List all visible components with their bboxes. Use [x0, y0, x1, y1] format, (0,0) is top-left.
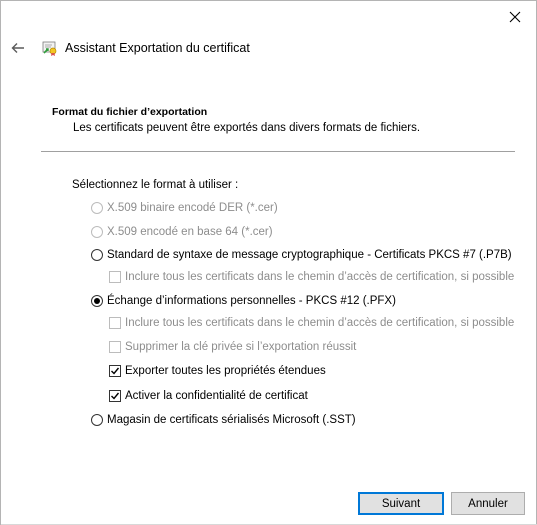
radio-der-label: X.509 binaire encodé DER (*.cer)	[107, 202, 278, 214]
checkbox-delete-private-key-label: Supprimer la clé privée si l’exportation…	[125, 341, 357, 353]
radio-option-der[interactable]: X.509 binaire encodé DER (*.cer)	[91, 202, 278, 214]
certificate-wizard-icon	[41, 39, 59, 57]
cancel-button[interactable]: Annuler	[451, 492, 525, 515]
checkbox-delete-private-key[interactable]	[109, 341, 121, 353]
radio-base64-label: X.509 encodé en base 64 (*.cer)	[107, 226, 273, 238]
checkbox-pkcs7-include[interactable]	[109, 271, 121, 283]
header-divider	[41, 151, 515, 152]
checkbox-option-export-properties[interactable]: Exporter toutes les propriétés étendues	[109, 365, 326, 377]
checkmark-icon	[111, 367, 120, 375]
radio-pfx-label: Échange d’informations personnelles - PK…	[107, 295, 396, 307]
radio-pkcs7[interactable]	[91, 249, 103, 261]
close-icon	[509, 11, 521, 23]
checkbox-certificate-privacy[interactable]	[109, 390, 121, 402]
checkbox-export-properties[interactable]	[109, 365, 121, 377]
radio-option-pkcs7[interactable]: Standard de syntaxe de message cryptogra…	[91, 249, 512, 261]
wizard-title: Assistant Exportation du certificat	[65, 41, 250, 55]
radio-sst[interactable]	[91, 414, 103, 426]
checkbox-pkcs7-include-label: Inclure tous les certificats dans le che…	[125, 271, 515, 283]
radio-der[interactable]	[91, 202, 103, 214]
format-prompt-label: Sélectionnez le format à utiliser :	[72, 179, 239, 191]
back-button[interactable]	[11, 40, 27, 56]
certificate-export-wizard-window: Assistant Exportation du certificat Form…	[0, 0, 537, 525]
radio-option-sst[interactable]: Magasin de certificats sérialisés Micros…	[91, 414, 356, 426]
next-button[interactable]: Suivant	[358, 492, 444, 515]
radio-pfx[interactable]	[91, 295, 103, 307]
radio-sst-label: Magasin de certificats sérialisés Micros…	[107, 414, 356, 426]
checkbox-option-pkcs7-include[interactable]: Inclure tous les certificats dans le che…	[109, 271, 514, 283]
back-arrow-icon	[11, 43, 24, 53]
section-title: Format du fichier d’exportation	[52, 106, 208, 118]
checkbox-option-delete-private-key[interactable]: Supprimer la clé privée si l’exportation…	[109, 341, 356, 353]
checkbox-pfx-include[interactable]	[109, 317, 121, 329]
checkbox-certificate-privacy-label: Activer la confidentialité de certificat	[125, 390, 308, 402]
wizard-header: Assistant Exportation du certificat	[11, 37, 250, 59]
checkmark-icon	[111, 392, 120, 400]
radio-base64[interactable]	[91, 226, 103, 238]
radio-option-pfx[interactable]: Échange d’informations personnelles - PK…	[91, 295, 396, 307]
checkbox-option-pfx-include[interactable]: Inclure tous les certificats dans le che…	[109, 317, 514, 329]
checkbox-option-certificate-privacy[interactable]: Activer la confidentialité de certificat	[109, 390, 308, 402]
checkbox-export-properties-label: Exporter toutes les propriétés étendues	[125, 365, 326, 377]
radio-option-base64[interactable]: X.509 encodé en base 64 (*.cer)	[91, 226, 273, 238]
radio-pkcs7-label: Standard de syntaxe de message cryptogra…	[107, 249, 512, 261]
section-description: Les certificats peuvent être exportés da…	[73, 122, 421, 134]
checkbox-pfx-include-label: Inclure tous les certificats dans le che…	[125, 317, 515, 329]
close-button[interactable]	[500, 5, 530, 29]
